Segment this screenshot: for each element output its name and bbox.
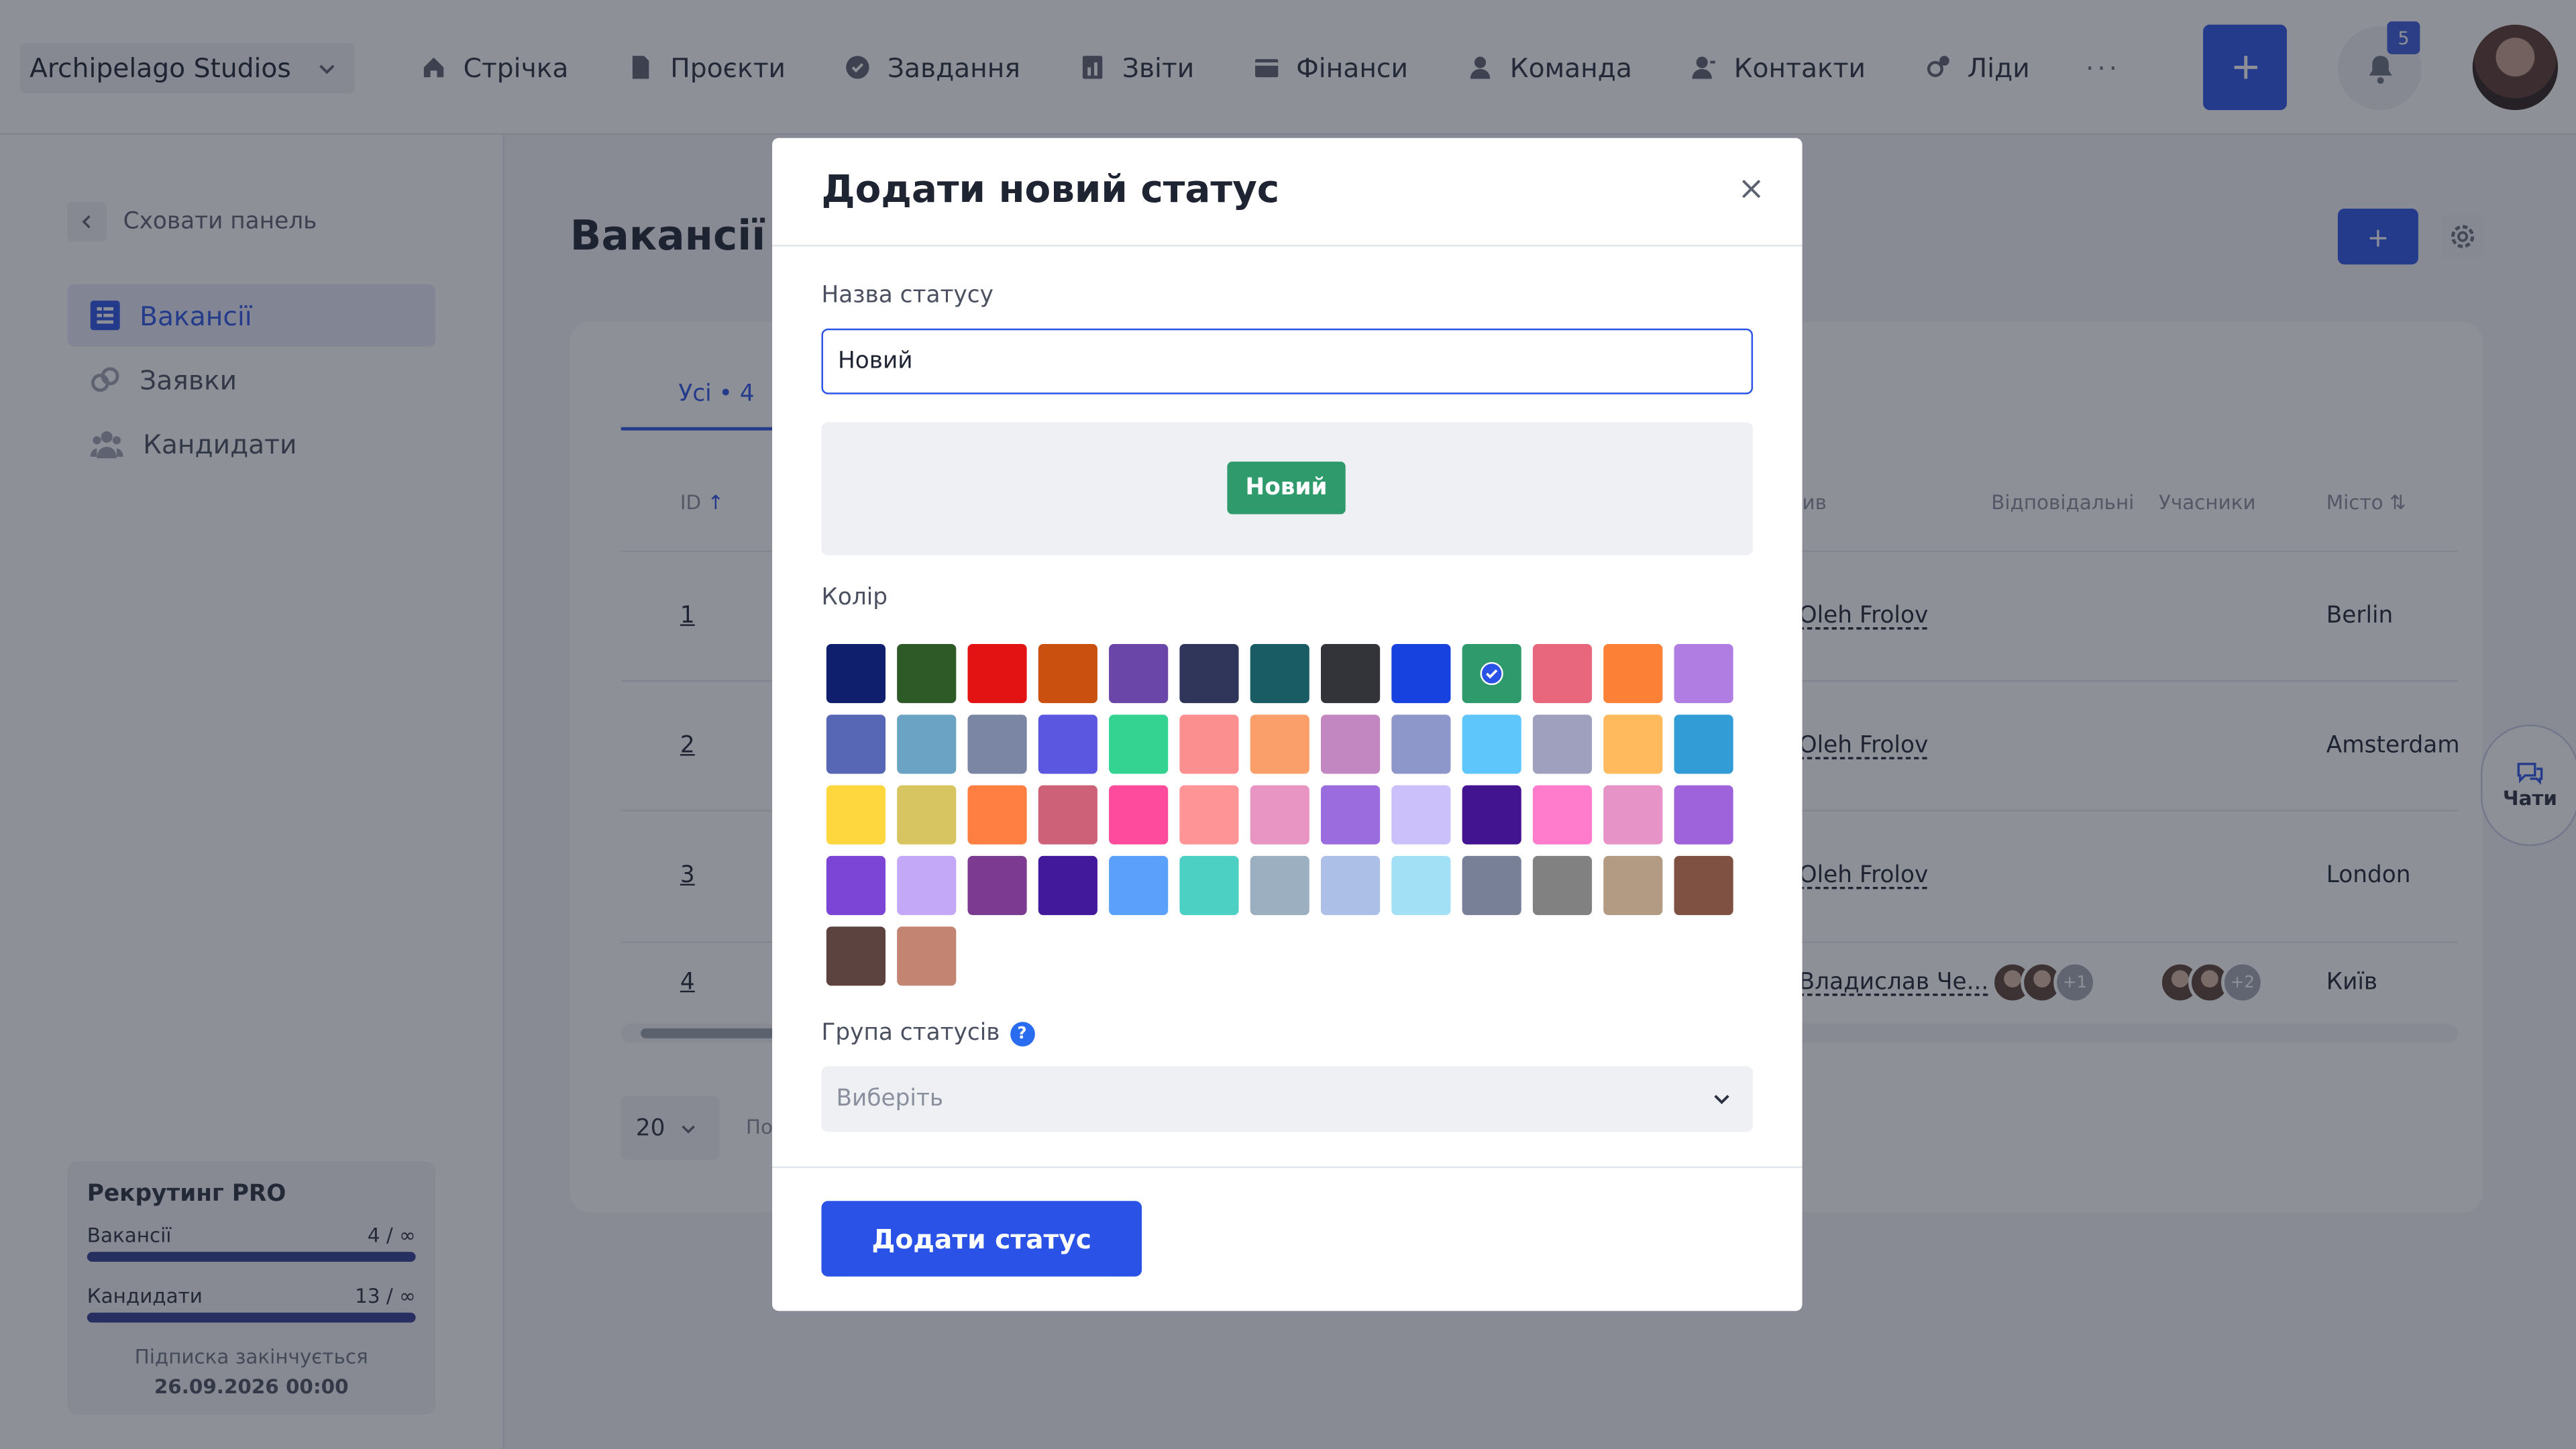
color-swatch[interactable] xyxy=(1038,714,1097,774)
color-swatch[interactable] xyxy=(1532,714,1593,774)
color-swatch[interactable] xyxy=(1603,785,1663,845)
color-swatch[interactable] xyxy=(1603,714,1663,774)
color-swatch[interactable] xyxy=(1320,785,1381,845)
color-swatch[interactable] xyxy=(1250,855,1309,916)
color-swatch[interactable] xyxy=(897,926,957,986)
color-swatch[interactable] xyxy=(1250,785,1309,845)
color-swatch[interactable] xyxy=(897,644,957,704)
add-status-modal: Додати новий статус Назва статусу Новий … xyxy=(772,138,1803,1311)
color-swatch[interactable] xyxy=(1462,644,1521,704)
color-swatch[interactable] xyxy=(1320,714,1381,774)
color-swatch[interactable] xyxy=(826,785,886,845)
color-swatch[interactable] xyxy=(826,926,886,986)
color-swatch[interactable] xyxy=(1179,785,1239,845)
chevron-down-icon xyxy=(1714,1095,1729,1105)
color-swatch[interactable] xyxy=(1391,785,1451,845)
color-swatch[interactable] xyxy=(1462,785,1521,845)
color-swatch[interactable] xyxy=(1532,855,1593,916)
color-swatch[interactable] xyxy=(897,714,957,774)
color-swatch[interactable] xyxy=(897,785,957,845)
color-swatch[interactable] xyxy=(826,644,886,704)
color-swatch[interactable] xyxy=(1674,855,1733,916)
color-swatch[interactable] xyxy=(1109,855,1169,916)
color-swatch[interactable] xyxy=(1391,855,1451,916)
color-swatch[interactable] xyxy=(1462,855,1521,916)
color-swatch[interactable] xyxy=(826,714,886,774)
color-swatch[interactable] xyxy=(1532,644,1593,704)
color-swatch[interactable] xyxy=(1320,644,1381,704)
color-swatch[interactable] xyxy=(1391,644,1451,704)
color-swatch[interactable] xyxy=(967,855,1027,916)
status-preview-tag: Новий xyxy=(1227,462,1346,515)
color-swatch[interactable] xyxy=(1038,644,1097,704)
color-swatch[interactable] xyxy=(1109,714,1169,774)
color-swatch[interactable] xyxy=(967,714,1027,774)
close-icon[interactable] xyxy=(1739,177,1762,200)
color-swatch[interactable] xyxy=(1250,644,1309,704)
color-swatch[interactable] xyxy=(1179,714,1239,774)
color-swatch[interactable] xyxy=(1603,855,1663,916)
status-group-label: Група статусів? xyxy=(821,1020,1034,1047)
color-swatch[interactable] xyxy=(1250,714,1309,774)
color-swatch[interactable] xyxy=(1179,644,1239,704)
color-swatch[interactable] xyxy=(967,785,1027,845)
color-swatch[interactable] xyxy=(1179,855,1239,916)
color-swatch[interactable] xyxy=(1674,785,1733,845)
color-swatch[interactable] xyxy=(1462,714,1521,774)
color-swatch[interactable] xyxy=(1674,644,1733,704)
color-swatch[interactable] xyxy=(1109,785,1169,845)
color-label: Колір xyxy=(821,584,888,612)
color-swatch[interactable] xyxy=(1038,855,1097,916)
help-icon[interactable]: ? xyxy=(1010,1022,1034,1047)
add-status-button[interactable]: Додати статус xyxy=(821,1201,1142,1277)
status-name-label: Назва статусу xyxy=(821,282,994,309)
status-name-input[interactable] xyxy=(821,328,1754,394)
color-swatch[interactable] xyxy=(1674,714,1733,774)
status-group-label-text: Група статусів xyxy=(821,1020,1000,1047)
color-swatch[interactable] xyxy=(1109,644,1169,704)
color-swatch[interactable] xyxy=(897,855,957,916)
color-swatch[interactable] xyxy=(1391,714,1451,774)
status-group-placeholder: Виберіть xyxy=(836,1085,944,1112)
color-swatch[interactable] xyxy=(1038,785,1097,845)
color-swatch[interactable] xyxy=(1532,785,1593,845)
check-icon xyxy=(1480,661,1503,686)
status-group-select[interactable]: Виберіть xyxy=(821,1066,1754,1132)
color-swatch[interactable] xyxy=(967,644,1027,704)
status-preview: Новий xyxy=(821,422,1754,555)
color-swatch[interactable] xyxy=(1320,855,1381,916)
color-swatch[interactable] xyxy=(826,855,886,916)
color-swatch[interactable] xyxy=(1603,644,1663,704)
modal-title: Додати новий статус xyxy=(821,169,1280,212)
